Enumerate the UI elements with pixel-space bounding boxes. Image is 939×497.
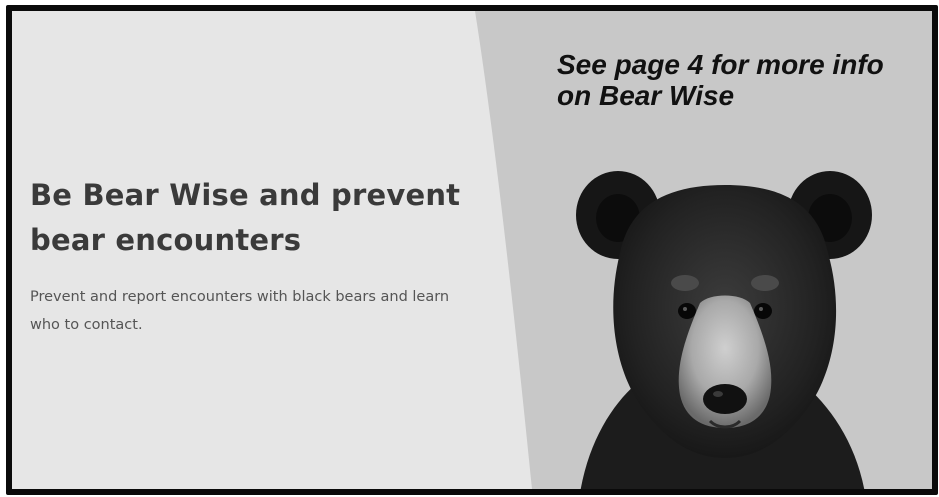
description-text: Prevent and report encounters with black… [30, 289, 450, 333]
bear-wise-panel: See page 4 for more info on Bear Wise Be… [6, 5, 938, 495]
page-reference-note: See page 4 for more info on Bear Wise [557, 49, 884, 111]
bear-photo-icon [576, 171, 872, 489]
page-title: Be Bear Wise and prevent bear encounters [30, 178, 461, 257]
